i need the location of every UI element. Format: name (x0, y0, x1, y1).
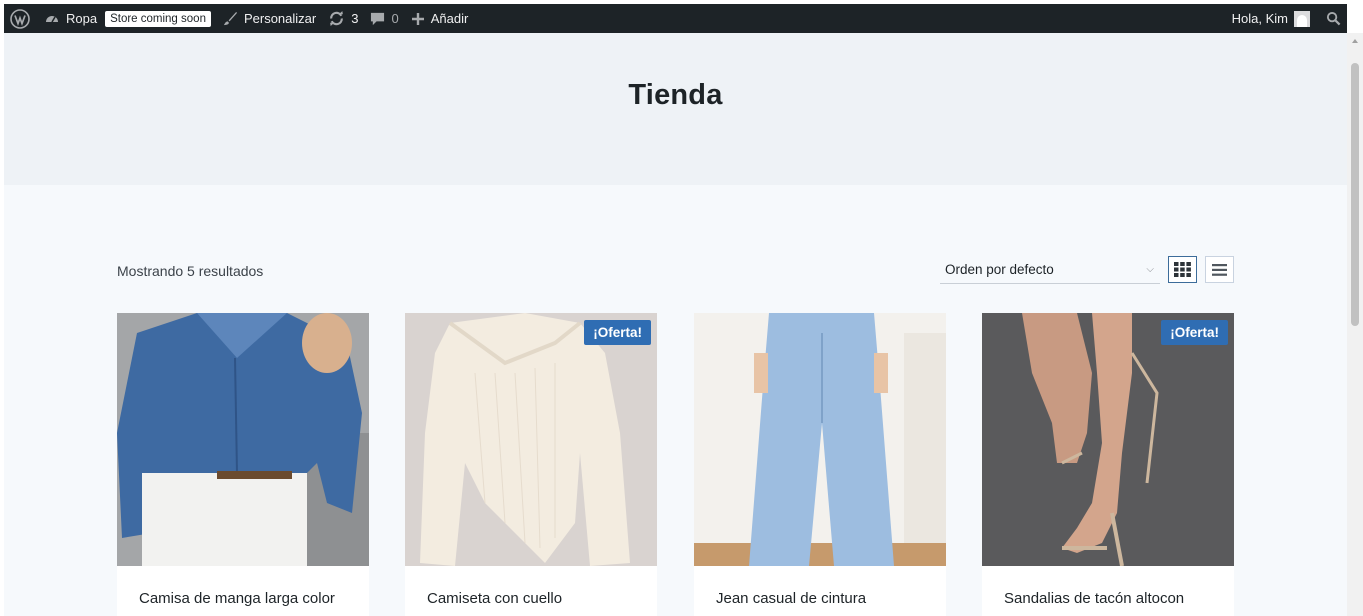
page-header: Tienda (4, 33, 1347, 185)
product-image-shirt (117, 313, 369, 566)
product-image[interactable] (117, 313, 369, 566)
product-image[interactable] (694, 313, 946, 566)
scrollbar-thumb[interactable] (1351, 63, 1359, 326)
product-card[interactable]: ¡Oferta! Camiseta con cuello (405, 313, 657, 616)
admin-bar: Ropa Store coming soon Personalizar 3 0 … (4, 4, 1347, 33)
orderby-select[interactable]: Orden por defecto ⌵ (940, 258, 1160, 284)
list-view-button[interactable] (1205, 256, 1234, 283)
orderby-value: Orden por defecto (945, 262, 1054, 277)
site-name-menu[interactable]: Ropa Store coming soon (38, 4, 217, 33)
sale-badge: ¡Oferta! (584, 320, 651, 345)
greeting: Hola, Kim (1231, 11, 1288, 26)
site-name: Ropa (66, 11, 98, 26)
comments-count: 0 (391, 11, 399, 26)
comments-link[interactable]: 0 (364, 4, 404, 33)
shop-toolbar: Mostrando 5 resultados Orden por defecto… (117, 255, 1234, 287)
page-scrollbar[interactable] (1347, 33, 1363, 616)
updates-count: 3 (351, 11, 359, 26)
search-icon (1326, 11, 1341, 26)
product-image[interactable]: ¡Oferta! (405, 313, 657, 566)
product-image-jeans (694, 313, 946, 566)
product-image-sandals (982, 313, 1234, 566)
result-count: Mostrando 5 resultados (117, 263, 264, 279)
dashboard-icon (46, 15, 58, 22)
store-status-badge[interactable]: Store coming soon (105, 10, 211, 27)
new-content-menu[interactable]: Añadir (405, 4, 475, 33)
customize-label: Personalizar (243, 11, 317, 26)
product-title[interactable]: Jean casual de cintura (716, 590, 866, 607)
wordpress-icon (10, 8, 30, 29)
page-title: Tienda (628, 79, 723, 111)
new-content-label: Añadir (430, 11, 469, 26)
shop-page: Tienda Mostrando 5 resultados Orden por … (4, 33, 1347, 616)
product-image[interactable]: ¡Oferta! (982, 313, 1234, 566)
product-card[interactable]: Jean casual de cintura (694, 313, 946, 616)
grid-view-icon (1174, 262, 1191, 277)
product-title[interactable]: Camisa de manga larga color (139, 590, 335, 607)
plus-icon (411, 12, 424, 25)
chevron-down-icon: ⌵ (1146, 264, 1154, 275)
scroll-up-arrow-icon[interactable] (1352, 39, 1358, 43)
updates-icon (330, 11, 344, 26)
sale-badge: ¡Oferta! (1161, 320, 1228, 345)
comment-icon (371, 12, 385, 26)
list-view-icon (1212, 263, 1227, 276)
product-card[interactable]: ¡Oferta! Sandalias de tacón altocon (982, 313, 1234, 616)
brush-icon (223, 11, 238, 26)
product-image-sweater (405, 313, 657, 566)
search-button[interactable] (1316, 4, 1347, 33)
updates-link[interactable]: 3 (322, 4, 364, 33)
avatar (1294, 10, 1310, 27)
product-title[interactable]: Camiseta con cuello (427, 590, 562, 607)
product-card[interactable]: Camisa de manga larga color (117, 313, 369, 616)
wordpress-menu[interactable] (4, 4, 38, 33)
account-menu[interactable]: Hola, Kim (1226, 4, 1316, 33)
customize-link[interactable]: Personalizar (217, 4, 322, 33)
product-title[interactable]: Sandalias de tacón altocon (1004, 590, 1184, 607)
grid-view-button[interactable] (1168, 256, 1197, 283)
